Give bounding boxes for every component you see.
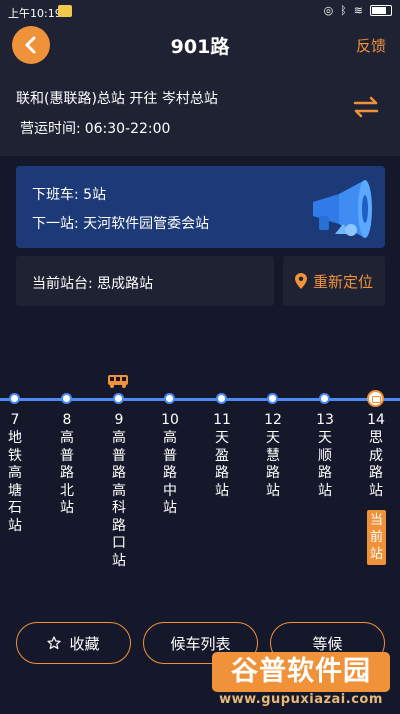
stop-number: 8 [62, 412, 72, 428]
stop-dot [113, 393, 124, 404]
swap-direction-icon[interactable] [352, 96, 380, 118]
bluetooth-icon: ᛒ [340, 4, 347, 17]
relocate-label: 重新定位 [312, 272, 373, 291]
wifi-icon: ≋ [353, 4, 363, 17]
header: 901路 反馈 [0, 24, 400, 66]
stop-number: 12 [264, 412, 282, 428]
stop-number: 14 [367, 412, 385, 428]
favorite-button[interactable]: 收藏 [16, 622, 131, 664]
current-stop-card: 当前站台: 思成路站 [16, 256, 274, 306]
stop-name: 地铁高塘石站 [8, 430, 22, 534]
watermark-logo: 谷普软件园 www.gupuxiazai.com [212, 652, 390, 710]
star-icon [47, 636, 62, 650]
route-track [0, 398, 400, 401]
stop-dot [9, 393, 20, 404]
stop-name: 思成路站 [369, 430, 383, 499]
next-bus-card: 下班车: 5站 下一站: 天河软件园管委会站 [16, 166, 385, 248]
favorite-label: 收藏 [69, 634, 100, 653]
current-stop-label: 当前站台: 思成路站 [32, 276, 154, 292]
stop-number: 7 [10, 412, 20, 428]
stop-name: 高普路中站 [163, 430, 177, 516]
stop-number: 9 [114, 412, 124, 428]
stops-timeline: 7 地铁高塘石站 8 高普路北站 9 高普路高科路口站 10 高普路中站 11 … [0, 366, 400, 586]
alarm-icon: ◎ [323, 4, 334, 17]
stop-number: 11 [213, 412, 231, 428]
megaphone-icon [313, 180, 372, 238]
feedback-link[interactable]: 反馈 [356, 35, 386, 56]
stop-dot [164, 393, 175, 404]
route-direction: 联和(惠联路)总站 开往 岑村总站 [16, 91, 218, 107]
next-stop: 下一站: 天河软件园管委会站 [32, 216, 210, 232]
bus-list-label: 候车列表 [170, 634, 231, 653]
next-bus-count: 下班车: 5站 [32, 187, 107, 203]
stop-name: 天盈路站 [215, 430, 229, 499]
location-pin-icon [294, 273, 307, 289]
stop-name: 高普路北站 [60, 430, 74, 516]
bus-icon [108, 375, 128, 388]
relocate-button[interactable]: 重新定位 [283, 256, 385, 306]
route-info: 联和(惠联路)总站 开往 岑村总站 营运时间: 06:30-22:00 [0, 66, 400, 156]
battery-icon [370, 5, 392, 16]
status-icons: ◎ ᛒ ≋ [324, 4, 392, 17]
operating-hours: 营运时间: 06:30-22:00 [16, 118, 170, 138]
watermark-url: www.gupuxiazai.com [219, 692, 383, 707]
stop-dot [61, 393, 72, 404]
status-time: 上午10:19 [8, 7, 62, 20]
status-bar: 上午10:19 ◎ ᛒ ≋ [0, 0, 400, 24]
stop-name: 天顺路站 [318, 430, 332, 499]
stop-dot [319, 393, 330, 404]
stop-number: 13 [316, 412, 334, 428]
stop-name: 高普路高科路口站 [112, 430, 126, 569]
wait-label: 等候 [312, 634, 343, 653]
operating-hours-label: 营运时间: [20, 121, 81, 137]
current-stop-tag: 当前站 [367, 510, 386, 565]
stop-name: 天慧路站 [266, 430, 280, 499]
watermark-title: 谷普软件园 [212, 652, 390, 692]
stop-dot [216, 393, 227, 404]
stop-dot [267, 393, 278, 404]
operating-hours-value: 06:30-22:00 [84, 121, 171, 137]
current-stop-bus-icon [367, 390, 384, 407]
page-title: 901路 [170, 36, 230, 58]
stop-number: 10 [161, 412, 179, 428]
notification-app-icon [58, 5, 72, 17]
